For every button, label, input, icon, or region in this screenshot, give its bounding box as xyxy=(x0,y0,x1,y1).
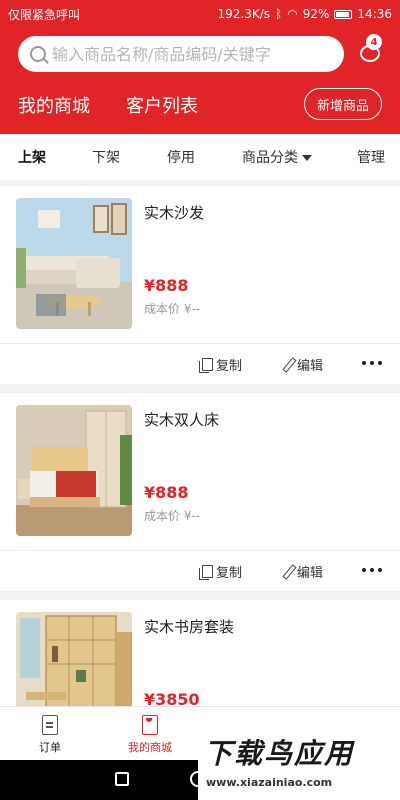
product-card: 实木沙发 ¥888 成本价 ¥-- 复制 编辑 xyxy=(0,186,400,384)
edit-button[interactable]: 编辑 xyxy=(282,562,323,581)
tab-my-store-label: 我的商城 xyxy=(128,741,172,754)
copy-icon xyxy=(199,358,213,373)
edit-button[interactable]: 编辑 xyxy=(282,355,323,374)
filter-category[interactable]: 商品分类 xyxy=(242,147,312,167)
clock: 14:36 xyxy=(357,7,392,21)
edit-icon xyxy=(282,565,294,578)
filter-category-label: 商品分类 xyxy=(242,150,298,166)
bluetooth-icon: ᛒ xyxy=(275,7,283,21)
product-actions: 复制 编辑 xyxy=(0,551,400,591)
product-name[interactable]: 实木双人床 xyxy=(144,409,219,430)
message-button[interactable]: 4 xyxy=(357,34,387,68)
tab-my-store[interactable]: 我的商城 xyxy=(18,92,90,118)
tab-orders[interactable]: 订单 xyxy=(20,715,80,755)
search-input[interactable] xyxy=(52,44,332,64)
home-icon[interactable] xyxy=(190,771,206,787)
wifi-icon: ◠ xyxy=(287,7,298,21)
filter-on-shelf[interactable]: 上架 xyxy=(18,147,46,167)
status-icons: 192.3K/s ᛒ ◠ 92% 14:36 xyxy=(218,7,392,21)
more-button[interactable] xyxy=(362,568,382,572)
product-name[interactable]: 实木书房套装 xyxy=(144,616,234,637)
sofa-image[interactable] xyxy=(16,198,132,329)
product-price: ¥888 xyxy=(144,276,189,295)
more-dot-icon xyxy=(362,568,366,572)
watermark: 下载鸟应用 www.xiazainiao.com xyxy=(198,728,400,800)
product-actions: 复制 编辑 xyxy=(0,344,400,384)
more-button[interactable] xyxy=(362,361,382,365)
tab-my-store-bottom[interactable]: 我的商城 xyxy=(120,715,180,755)
edit-label: 编辑 xyxy=(297,566,324,581)
edit-icon xyxy=(282,358,294,371)
more-dot-icon xyxy=(370,361,374,365)
shopping-bag-icon xyxy=(142,715,158,735)
product-price: ¥888 xyxy=(144,483,189,502)
bookcase-image[interactable] xyxy=(16,612,132,706)
message-badge: 4 xyxy=(366,34,382,50)
product-card: 实木双人床 ¥888 成本价 ¥-- 复制 编辑 xyxy=(0,393,400,591)
add-product-button[interactable]: 新增商品 xyxy=(304,88,382,120)
product-cost: 成本价 ¥-- xyxy=(144,509,201,523)
filter-disabled[interactable]: 停用 xyxy=(167,147,195,167)
filter-off-shelf[interactable]: 下架 xyxy=(92,147,120,167)
order-icon xyxy=(42,715,58,735)
recent-apps-icon[interactable] xyxy=(115,772,129,786)
more-dot-icon xyxy=(362,361,366,365)
watermark-url: www.xiazainiao.com xyxy=(206,776,333,789)
battery-icon xyxy=(334,9,353,19)
tab-orders-label: 订单 xyxy=(39,741,61,754)
filter-bar: 上架 下架 停用 商品分类 管理 xyxy=(0,134,400,180)
more-dot-icon xyxy=(378,568,382,572)
search-bar[interactable] xyxy=(18,36,344,72)
carrier-text: 仅限紧急呼叫 xyxy=(8,7,81,22)
filter-manage[interactable]: 管理 xyxy=(357,147,385,167)
copy-icon xyxy=(199,565,213,580)
watermark-title: 下载鸟应用 xyxy=(204,737,355,770)
more-dot-icon xyxy=(378,361,382,365)
bed-image[interactable] xyxy=(16,405,132,536)
network-speed: 192.3K/s xyxy=(217,7,271,21)
product-price: ¥3850 xyxy=(144,690,200,706)
copy-button[interactable]: 复制 xyxy=(199,355,243,374)
caret-down-icon xyxy=(302,155,312,161)
product-name[interactable]: 实木沙发 xyxy=(144,202,204,223)
tab-customer-list[interactable]: 客户列表 xyxy=(126,92,198,118)
system-nav-bar xyxy=(0,760,206,800)
copy-label: 复制 xyxy=(216,566,243,581)
status-bar: 仅限紧急呼叫 192.3K/s ᛒ ◠ 92% 14:36 xyxy=(0,0,400,28)
product-cost: 成本价 ¥-- xyxy=(144,302,201,316)
product-card: 实木书房套装 ¥3850 xyxy=(0,600,400,706)
copy-button[interactable]: 复制 xyxy=(199,562,243,581)
header: 4 我的商城 客户列表 新增商品 xyxy=(0,28,400,134)
copy-label: 复制 xyxy=(216,359,243,374)
more-dot-icon xyxy=(370,568,374,572)
search-icon xyxy=(30,46,46,62)
battery-percent: 92% xyxy=(302,7,330,21)
edit-label: 编辑 xyxy=(297,359,324,374)
